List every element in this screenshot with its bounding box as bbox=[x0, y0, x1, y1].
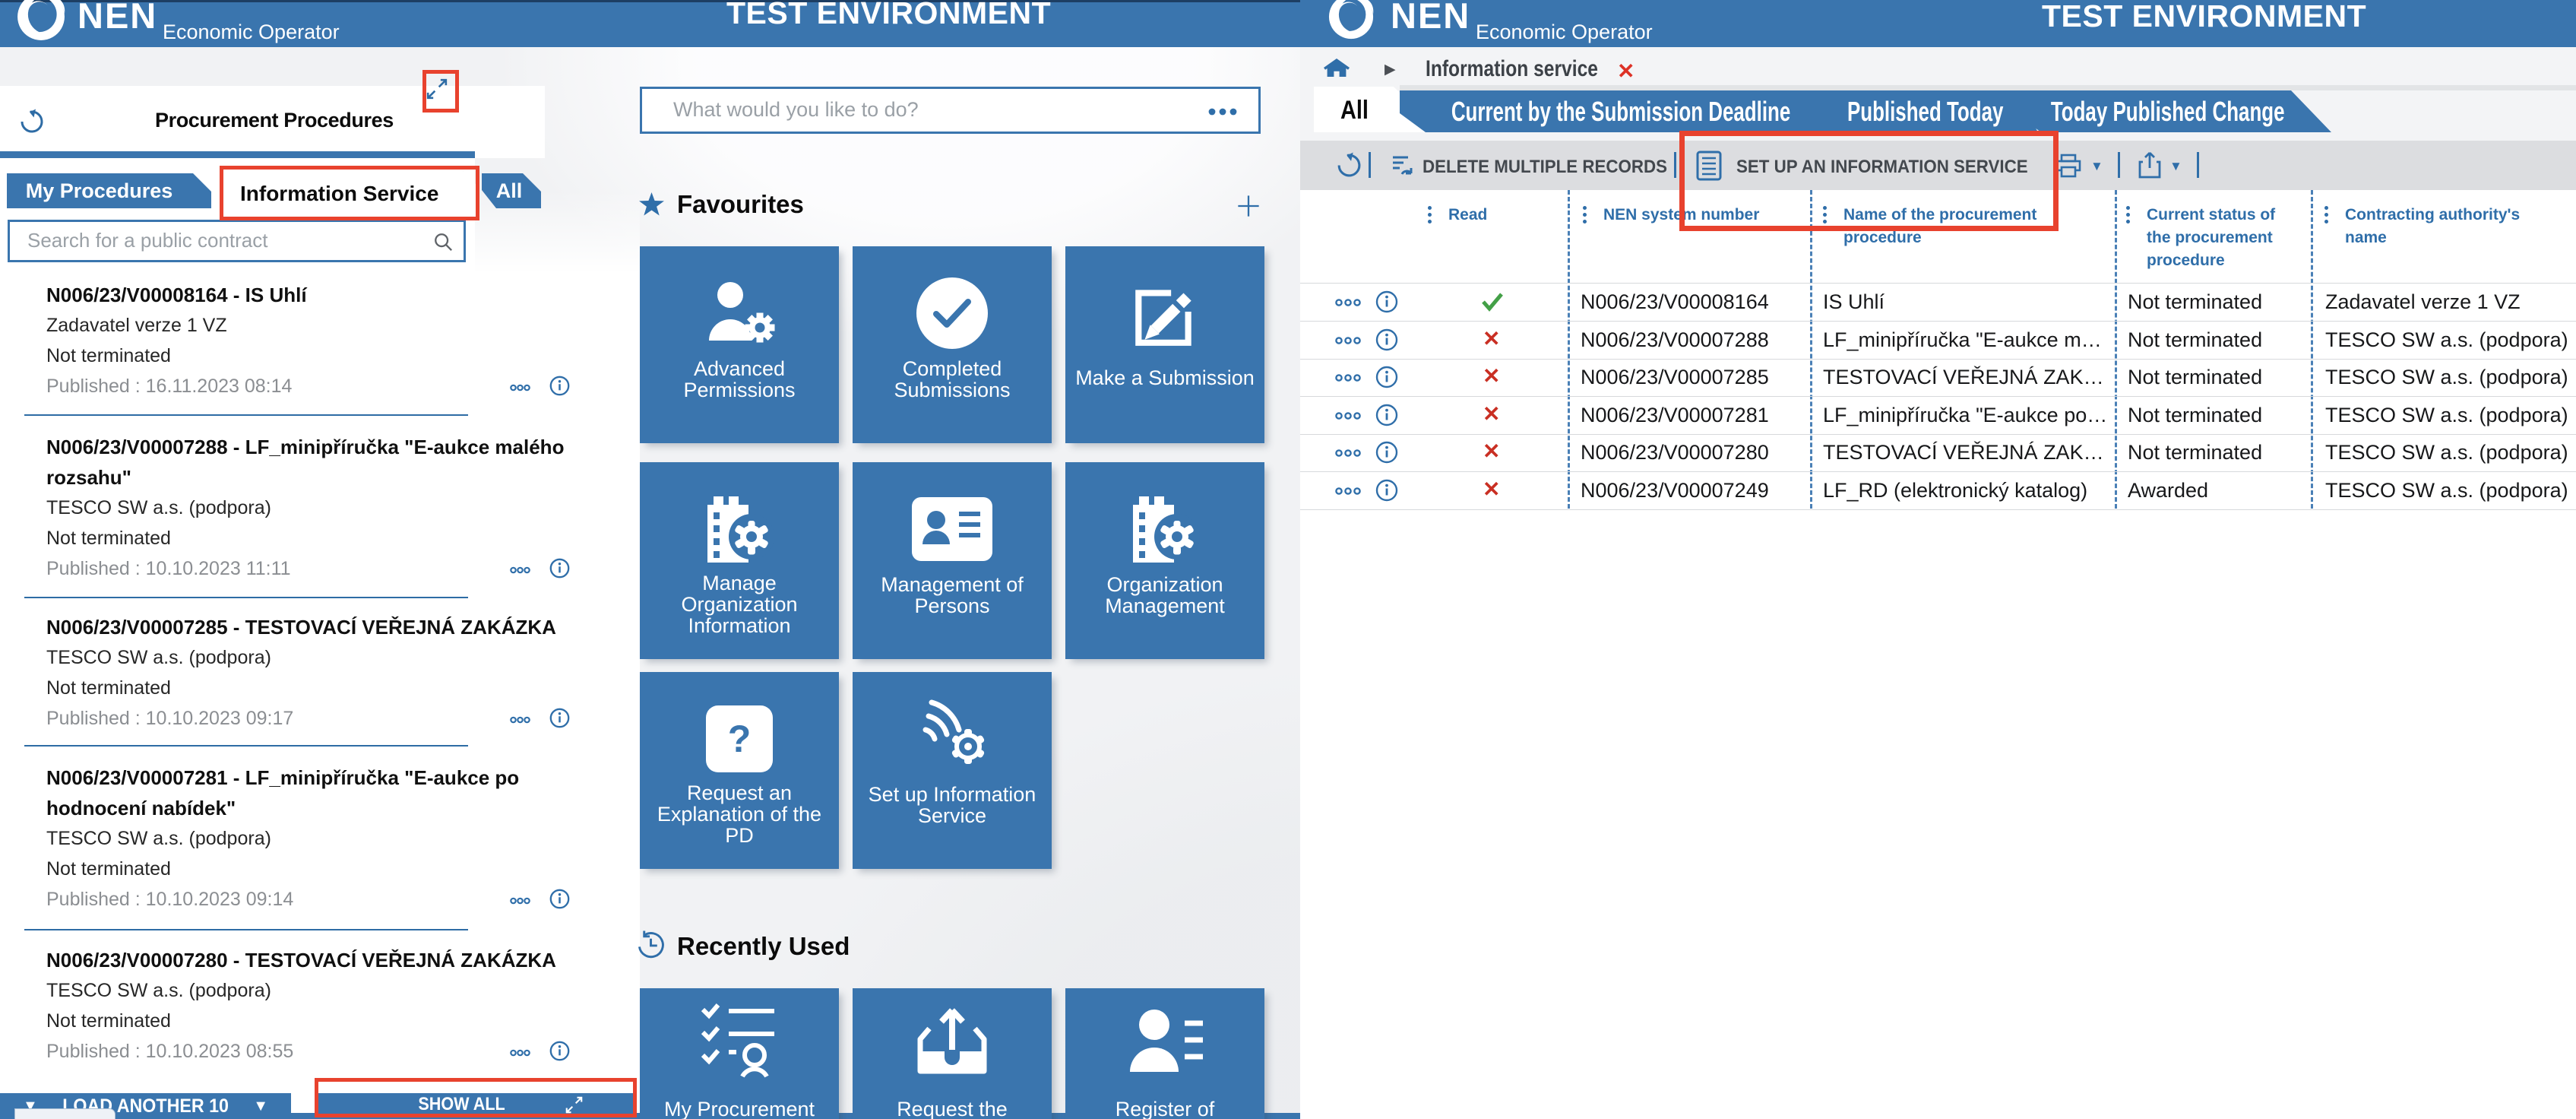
svg-text:?: ? bbox=[728, 718, 752, 760]
